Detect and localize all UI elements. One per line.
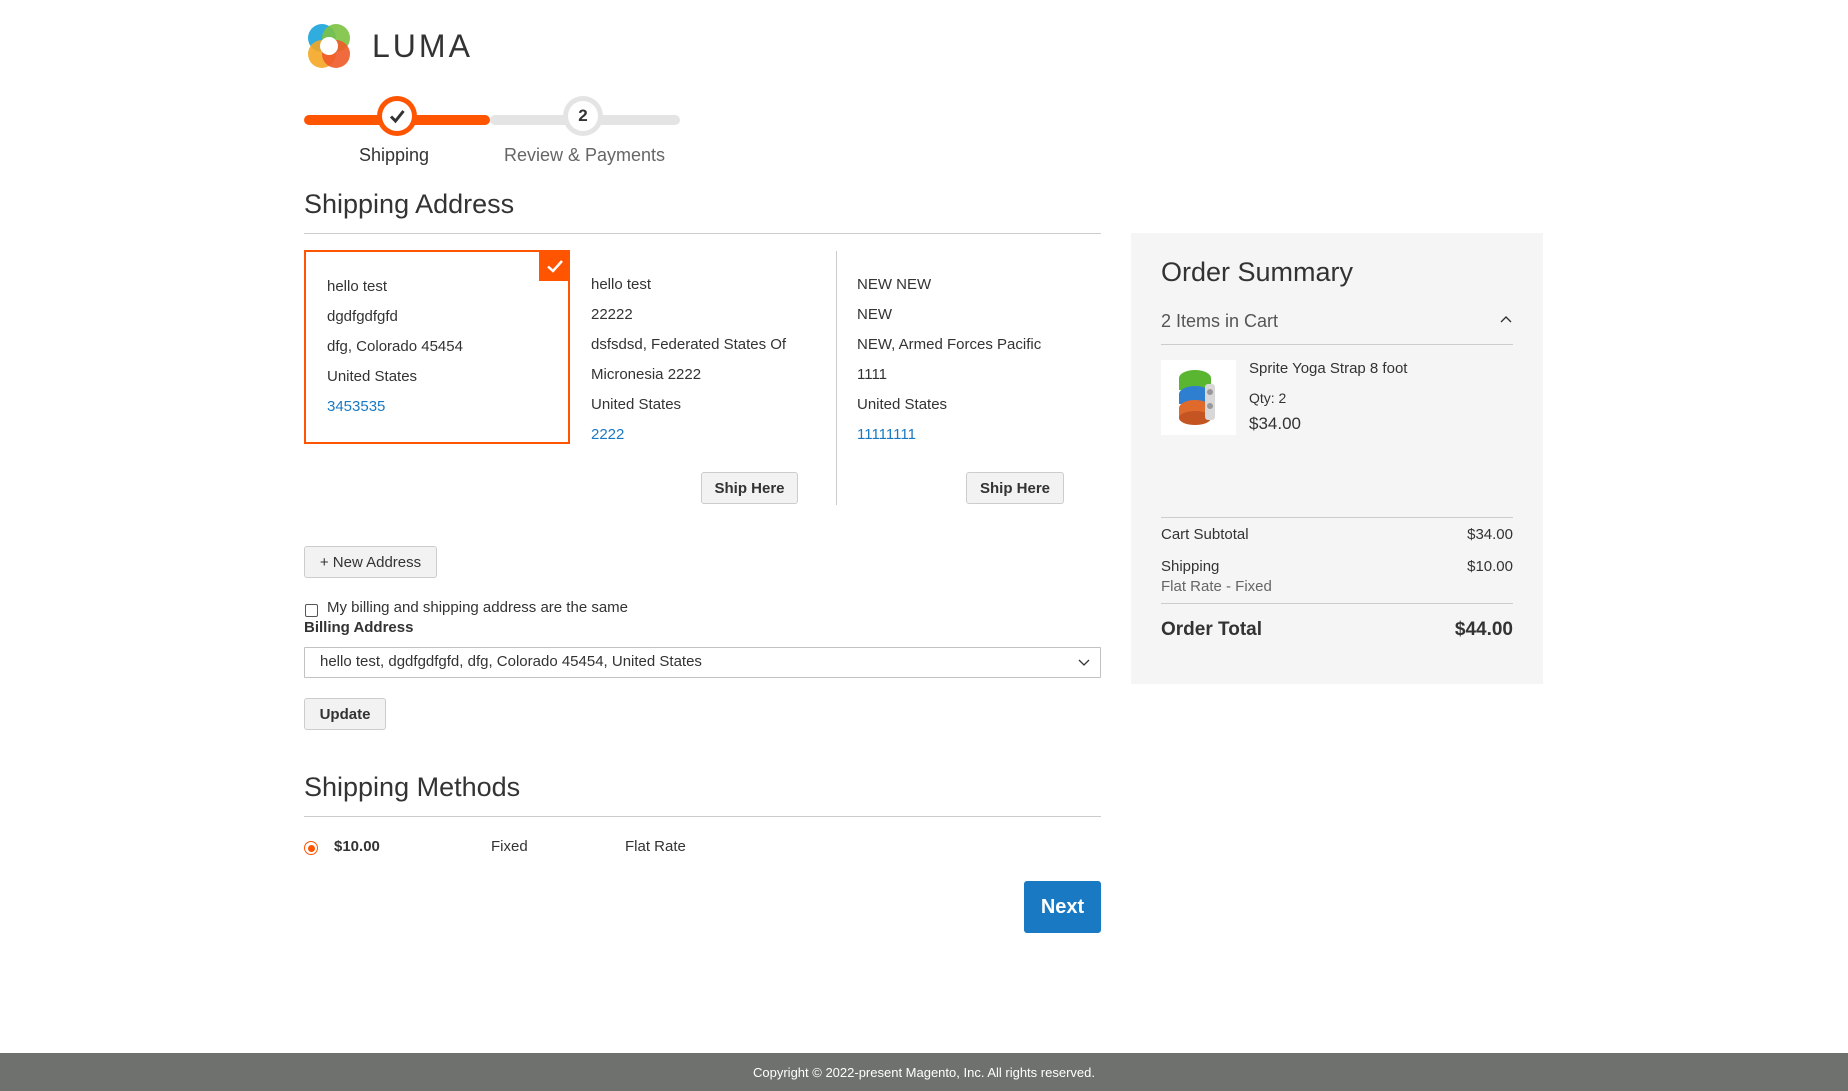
shipping-method-name: Fixed — [491, 838, 528, 855]
address-line: dfg, Colorado 45454 — [327, 338, 463, 355]
order-total-label: Order Total — [1161, 619, 1262, 640]
checkout-progress-bar: 2 Shipping Review & Payments — [304, 95, 680, 175]
shipping-method-row: Flat Rate - Fixed — [1161, 578, 1513, 595]
luma-logo-icon — [304, 21, 354, 71]
address-line: NEW, Armed Forces Pacific — [857, 336, 1042, 353]
billing-address-label: Billing Address — [304, 619, 414, 636]
update-button[interactable]: Update — [304, 698, 386, 730]
order-summary-panel: Order Summary 2 Items in Cart Sprite Yog… — [1131, 233, 1543, 684]
summary-divider — [1161, 517, 1513, 518]
address-line: dgdfgdfgfd — [327, 308, 398, 325]
address-phone-link[interactable]: 3453535 — [327, 392, 568, 422]
copyright-text: Copyright © 2022-present Magento, Inc. A… — [753, 1064, 1095, 1080]
address-line: NEW — [857, 306, 892, 323]
step-review-label[interactable]: Review & Payments — [504, 145, 665, 166]
billing-same-label[interactable]: My billing and shipping address are the … — [327, 599, 628, 616]
shipping-carrier-name: Flat Rate — [625, 838, 686, 855]
items-in-cart-toggle[interactable]: 2 Items in Cart — [1161, 311, 1513, 332]
product-price: $34.00 — [1249, 414, 1301, 433]
selected-badge — [539, 250, 570, 281]
ship-here-button[interactable]: Ship Here — [966, 472, 1064, 504]
checkmark-icon — [546, 259, 563, 273]
step-number: 2 — [568, 101, 598, 131]
address-line: United States — [327, 368, 418, 385]
step-review-indicator: 2 — [563, 96, 603, 136]
shipping-methods-title: Shipping Methods — [304, 772, 521, 802]
product-qty: Qty: 2 — [1249, 390, 1287, 406]
section-divider — [304, 233, 1101, 234]
section-divider — [304, 816, 1101, 817]
items-in-cart-label: 2 Items in Cart — [1161, 311, 1279, 331]
step-shipping-label: Shipping — [359, 145, 430, 165]
product-name[interactable]: Sprite Yoga Strap 8 foot — [1249, 360, 1407, 377]
brand-name: LUMA — [372, 27, 473, 64]
cart-subtotal-row: Cart Subtotal $34.00 — [1161, 526, 1513, 543]
address-line: hello test — [327, 278, 388, 295]
shipping-row: Shipping $10.00 — [1161, 558, 1513, 575]
yoga-strap-image — [1178, 369, 1215, 425]
ship-here-button[interactable]: Ship Here — [701, 472, 798, 504]
order-total-value: $44.00 — [1454, 619, 1513, 640]
shipping-method-price: $10.00 — [334, 838, 380, 855]
address-line: NEW NEW — [857, 276, 932, 293]
next-button[interactable]: Next — [1024, 881, 1101, 933]
new-address-button[interactable]: + New Address — [304, 546, 437, 578]
address-line: dsfsdsd, Federated States Of — [591, 336, 787, 353]
footer: Copyright © 2022-present Magento, Inc. A… — [0, 1053, 1848, 1091]
order-total-row: Order Total $44.00 — [1161, 619, 1513, 641]
chevron-up-icon — [1500, 316, 1512, 323]
product-thumbnail — [1161, 360, 1236, 435]
address-line: United States — [591, 396, 682, 413]
chevron-down-icon — [1078, 659, 1090, 666]
billing-address-selected-value: hello test, dgdfgdfgfd, dfg, Colorado 45… — [320, 653, 702, 670]
address-card: NEW NEW NEW NEW, Armed Forces Pacific 11… — [836, 250, 1102, 450]
shipping-address-title: Shipping Address — [304, 189, 515, 219]
address-line: Micronesia 2222 — [591, 366, 702, 383]
shipping-method-summary: Flat Rate - Fixed — [1161, 578, 1272, 595]
address-phone-link[interactable]: 2222 — [591, 420, 836, 450]
order-summary-title: Order Summary — [1161, 257, 1354, 287]
cart-subtotal-value: $34.00 — [1467, 526, 1513, 543]
checkmark-icon — [389, 110, 405, 124]
address-phone-link[interactable]: 11111111 — [857, 420, 1102, 450]
address-line: 22222 — [591, 306, 633, 323]
billing-same-checkbox[interactable] — [305, 604, 318, 617]
address-card: hello test 22222 dsfsdsd, Federated Stat… — [570, 250, 836, 450]
billing-address-select[interactable]: hello test, dgdfgdfgfd, dfg, Colorado 45… — [304, 647, 1101, 678]
address-line: hello test — [591, 276, 652, 293]
address-line: United States — [857, 396, 948, 413]
address-card-selected[interactable]: hello test dgdfgdfgfd dfg, Colorado 4545… — [304, 250, 570, 444]
summary-divider — [1161, 344, 1513, 345]
cart-subtotal-label: Cart Subtotal — [1161, 526, 1249, 543]
shipping-method-radio[interactable] — [304, 841, 318, 855]
luma-logo[interactable]: LUMA — [304, 21, 473, 71]
shipping-label: Shipping — [1161, 558, 1220, 575]
summary-divider — [1161, 603, 1513, 604]
step-shipping-indicator — [377, 96, 417, 136]
shipping-value: $10.00 — [1467, 558, 1513, 575]
address-line: 1111 — [857, 366, 888, 383]
